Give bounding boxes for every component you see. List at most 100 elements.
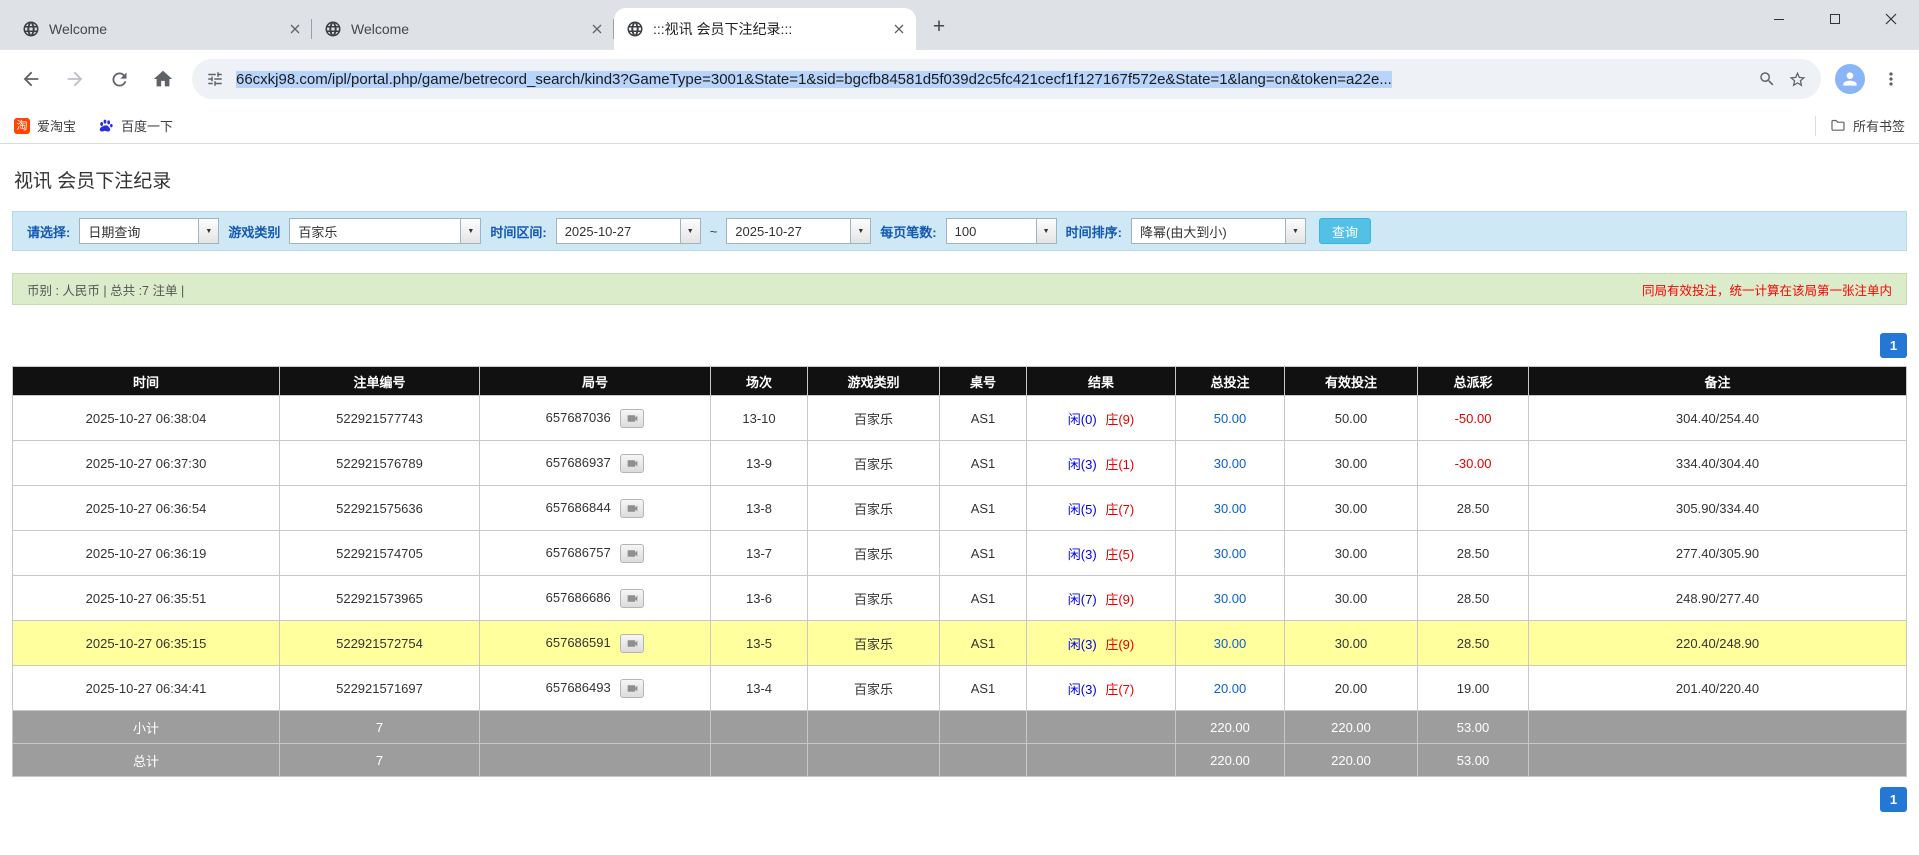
video-replay-button[interactable] bbox=[620, 634, 644, 653]
cell-note: 248.90/277.40 bbox=[1529, 576, 1907, 621]
baidu-icon bbox=[98, 118, 114, 134]
bet-record-row: 2025-10-27 06:36:19 522921574705 6576867… bbox=[13, 531, 1907, 576]
col-header-round-id: 局号 bbox=[480, 367, 711, 396]
chevron-down-icon[interactable]: ▼ bbox=[850, 219, 870, 243]
cell-game-type: 百家乐 bbox=[808, 621, 940, 666]
date-from-value: 2025-10-27 bbox=[557, 219, 680, 243]
tab-close-icon[interactable] bbox=[588, 20, 606, 38]
total-bet-link[interactable]: 20.00 bbox=[1214, 681, 1247, 696]
total-payout: 53.00 bbox=[1418, 744, 1529, 777]
result-banker: 庄(1) bbox=[1105, 457, 1134, 472]
back-icon[interactable] bbox=[10, 58, 52, 100]
search-button[interactable]: 查询 bbox=[1319, 218, 1371, 244]
cell-session: 13-5 bbox=[711, 621, 808, 666]
chevron-down-icon[interactable]: ▼ bbox=[1036, 219, 1056, 243]
site-info-icon[interactable] bbox=[206, 70, 224, 88]
cell-valid-bet: 50.00 bbox=[1285, 396, 1418, 441]
cell-round-id: 657686493 bbox=[480, 666, 711, 711]
maximize-button[interactable] bbox=[1807, 0, 1863, 38]
tab-close-icon[interactable] bbox=[286, 20, 304, 38]
video-replay-button[interactable] bbox=[620, 454, 644, 473]
bookmarks-bar: 淘 爱淘宝 百度一下 所有书签 bbox=[0, 108, 1919, 144]
round-id-text: 657686686 bbox=[546, 589, 611, 604]
video-replay-button[interactable] bbox=[620, 679, 644, 698]
profile-icon[interactable] bbox=[1835, 64, 1865, 94]
total-bet-link[interactable]: 50.00 bbox=[1214, 411, 1247, 426]
zoom-icon[interactable] bbox=[1758, 70, 1776, 88]
bet-records-table: 时间 注单编号 局号 场次 游戏类别 桌号 结果 总投注 有效投注 总派彩 备注… bbox=[12, 366, 1907, 777]
cell-session: 13-8 bbox=[711, 486, 808, 531]
cell-bet-id: 522921573965 bbox=[280, 576, 480, 621]
bookmark-label: 爱淘宝 bbox=[37, 116, 76, 135]
sort-select[interactable]: 降幂(由大到小) ▼ bbox=[1131, 218, 1306, 244]
page-1-button[interactable]: 1 bbox=[1880, 787, 1907, 812]
cell-session: 13-7 bbox=[711, 531, 808, 576]
cell-table-no: AS1 bbox=[940, 666, 1027, 711]
cell-time: 2025-10-27 06:35:51 bbox=[13, 576, 280, 621]
cell-note: 220.40/248.90 bbox=[1529, 621, 1907, 666]
all-bookmarks-button[interactable]: 所有书签 bbox=[1830, 116, 1905, 135]
total-bet-link[interactable]: 30.00 bbox=[1214, 591, 1247, 606]
minimize-button[interactable] bbox=[1751, 0, 1807, 38]
col-header-game-type: 游戏类别 bbox=[808, 367, 940, 396]
reload-icon[interactable] bbox=[98, 58, 140, 100]
forward-icon[interactable] bbox=[54, 58, 96, 100]
globe-favicon-icon bbox=[22, 20, 40, 38]
cell-time: 2025-10-27 06:34:41 bbox=[13, 666, 280, 711]
total-bet-link[interactable]: 30.00 bbox=[1214, 456, 1247, 471]
browser-window: Welcome Welcome :::视讯 会员下注纪录::: + bbox=[0, 0, 1919, 812]
home-icon[interactable] bbox=[142, 58, 184, 100]
chevron-down-icon[interactable]: ▼ bbox=[460, 219, 480, 243]
cell-total-bet: 30.00 bbox=[1176, 441, 1285, 486]
result-player: 闲(5) bbox=[1068, 502, 1097, 517]
video-replay-button[interactable] bbox=[620, 409, 644, 428]
video-replay-button[interactable] bbox=[620, 589, 644, 608]
cell-round-id: 657686937 bbox=[480, 441, 711, 486]
cell-round-id: 657686686 bbox=[480, 576, 711, 621]
close-button[interactable] bbox=[1863, 0, 1919, 38]
bet-record-row: 2025-10-27 06:34:41 522921571697 6576864… bbox=[13, 666, 1907, 711]
globe-favicon-icon bbox=[626, 20, 644, 38]
bookmark-baidu[interactable]: 百度一下 bbox=[98, 116, 173, 135]
page-1-button[interactable]: 1 bbox=[1880, 333, 1907, 358]
video-replay-button[interactable] bbox=[620, 544, 644, 563]
page-content: 视讯 会员下注纪录 请选择: 日期查询 ▼ 游戏类别 百家乐 ▼ 时间区间: 2… bbox=[0, 144, 1919, 812]
col-header-valid-bet: 有效投注 bbox=[1285, 367, 1418, 396]
bookmark-star-icon[interactable] bbox=[1788, 70, 1807, 89]
cell-payout: 28.50 bbox=[1418, 531, 1529, 576]
cell-game-type: 百家乐 bbox=[808, 576, 940, 621]
total-bet-link[interactable]: 30.00 bbox=[1214, 636, 1247, 651]
page-size-select[interactable]: 100 ▼ bbox=[946, 218, 1057, 244]
rule-note-text: 同局有效投注，统一计算在该局第一张注单内 bbox=[1642, 280, 1892, 299]
tab-welcome-1[interactable]: Welcome bbox=[10, 8, 312, 50]
new-tab-button[interactable]: + bbox=[924, 12, 954, 42]
address-bar[interactable]: 66cxkj98.com/ipl/portal.php/game/betreco… bbox=[192, 59, 1821, 99]
subtotal-count: 7 bbox=[280, 711, 480, 744]
date-to-select[interactable]: 2025-10-27 ▼ bbox=[726, 218, 871, 244]
empty-cell bbox=[940, 744, 1027, 777]
query-type-select[interactable]: 日期查询 ▼ bbox=[79, 218, 219, 244]
chevron-down-icon[interactable]: ▼ bbox=[680, 219, 700, 243]
chevron-down-icon[interactable]: ▼ bbox=[1285, 219, 1305, 243]
col-header-bet-id: 注单编号 bbox=[280, 367, 480, 396]
game-type-select[interactable]: 百家乐 ▼ bbox=[289, 218, 481, 244]
tab-welcome-2[interactable]: Welcome bbox=[312, 8, 614, 50]
url-text[interactable]: 66cxkj98.com/ipl/portal.php/game/betreco… bbox=[236, 71, 1392, 88]
video-replay-button[interactable] bbox=[620, 499, 644, 518]
bookmark-taobao[interactable]: 淘 爱淘宝 bbox=[14, 116, 76, 135]
result-banker: 庄(9) bbox=[1105, 412, 1134, 427]
bookmark-label: 百度一下 bbox=[121, 116, 173, 135]
result-player: 闲(3) bbox=[1068, 457, 1097, 472]
chevron-down-icon[interactable]: ▼ bbox=[198, 219, 218, 243]
date-from-select[interactable]: 2025-10-27 ▼ bbox=[556, 218, 701, 244]
tab-betrecord-active[interactable]: :::视讯 会员下注纪录::: bbox=[614, 8, 916, 50]
total-bet-link[interactable]: 30.00 bbox=[1214, 546, 1247, 561]
total-bet-link[interactable]: 30.00 bbox=[1214, 501, 1247, 516]
subtotal-row: 小计 7 220.00 220.00 53.00 bbox=[13, 711, 1907, 744]
table-header-row: 时间 注单编号 局号 场次 游戏类别 桌号 结果 总投注 有效投注 总派彩 备注 bbox=[13, 367, 1907, 396]
menu-icon[interactable] bbox=[1873, 61, 1909, 97]
tab-close-icon[interactable] bbox=[890, 20, 908, 38]
cell-time: 2025-10-27 06:38:04 bbox=[13, 396, 280, 441]
cell-time: 2025-10-27 06:36:54 bbox=[13, 486, 280, 531]
cell-game-type: 百家乐 bbox=[808, 441, 940, 486]
